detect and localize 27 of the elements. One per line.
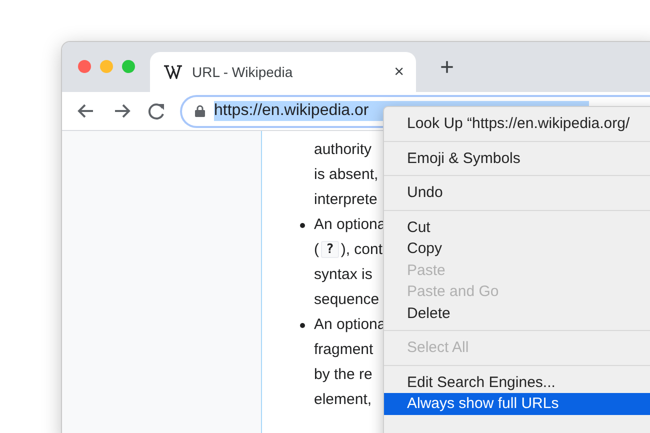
- browser-tab[interactable]: URL - Wikipedia ×: [150, 52, 416, 92]
- article-text: syntax is: [314, 266, 372, 283]
- menu-item[interactable]: Edit Search Engines...: [384, 372, 650, 393]
- reload-icon[interactable]: [148, 102, 166, 120]
- article-text: is absent,: [314, 166, 378, 183]
- lock-icon[interactable]: [195, 105, 205, 117]
- new-tab-button[interactable]: +: [434, 46, 460, 82]
- forward-icon[interactable]: [112, 102, 132, 120]
- back-icon[interactable]: [76, 102, 96, 120]
- article-text: interprete: [314, 191, 378, 208]
- wikipedia-logo-icon: [164, 65, 182, 79]
- menu-item[interactable]: Undo: [384, 182, 650, 204]
- article-text: fragment: [314, 341, 374, 358]
- menu-item[interactable]: Always show full URLs: [384, 393, 650, 414]
- article-text: by the re: [314, 366, 372, 383]
- tab-title: URL - Wikipedia: [192, 64, 294, 80]
- article-text: element,: [314, 391, 372, 408]
- inline-code: ?: [321, 241, 339, 258]
- article-text: ), cont: [340, 241, 383, 258]
- article-text: (: [314, 241, 319, 258]
- menu-item[interactable]: Delete: [384, 302, 650, 324]
- article-text: sequence: [314, 291, 380, 308]
- menu-item[interactable]: Emoji & Symbols: [384, 148, 650, 169]
- article-text: authority: [314, 141, 372, 158]
- menu-item[interactable]: Copy: [384, 238, 650, 260]
- menu-item[interactable]: Cut: [384, 216, 650, 238]
- close-tab-button[interactable]: ×: [394, 62, 404, 82]
